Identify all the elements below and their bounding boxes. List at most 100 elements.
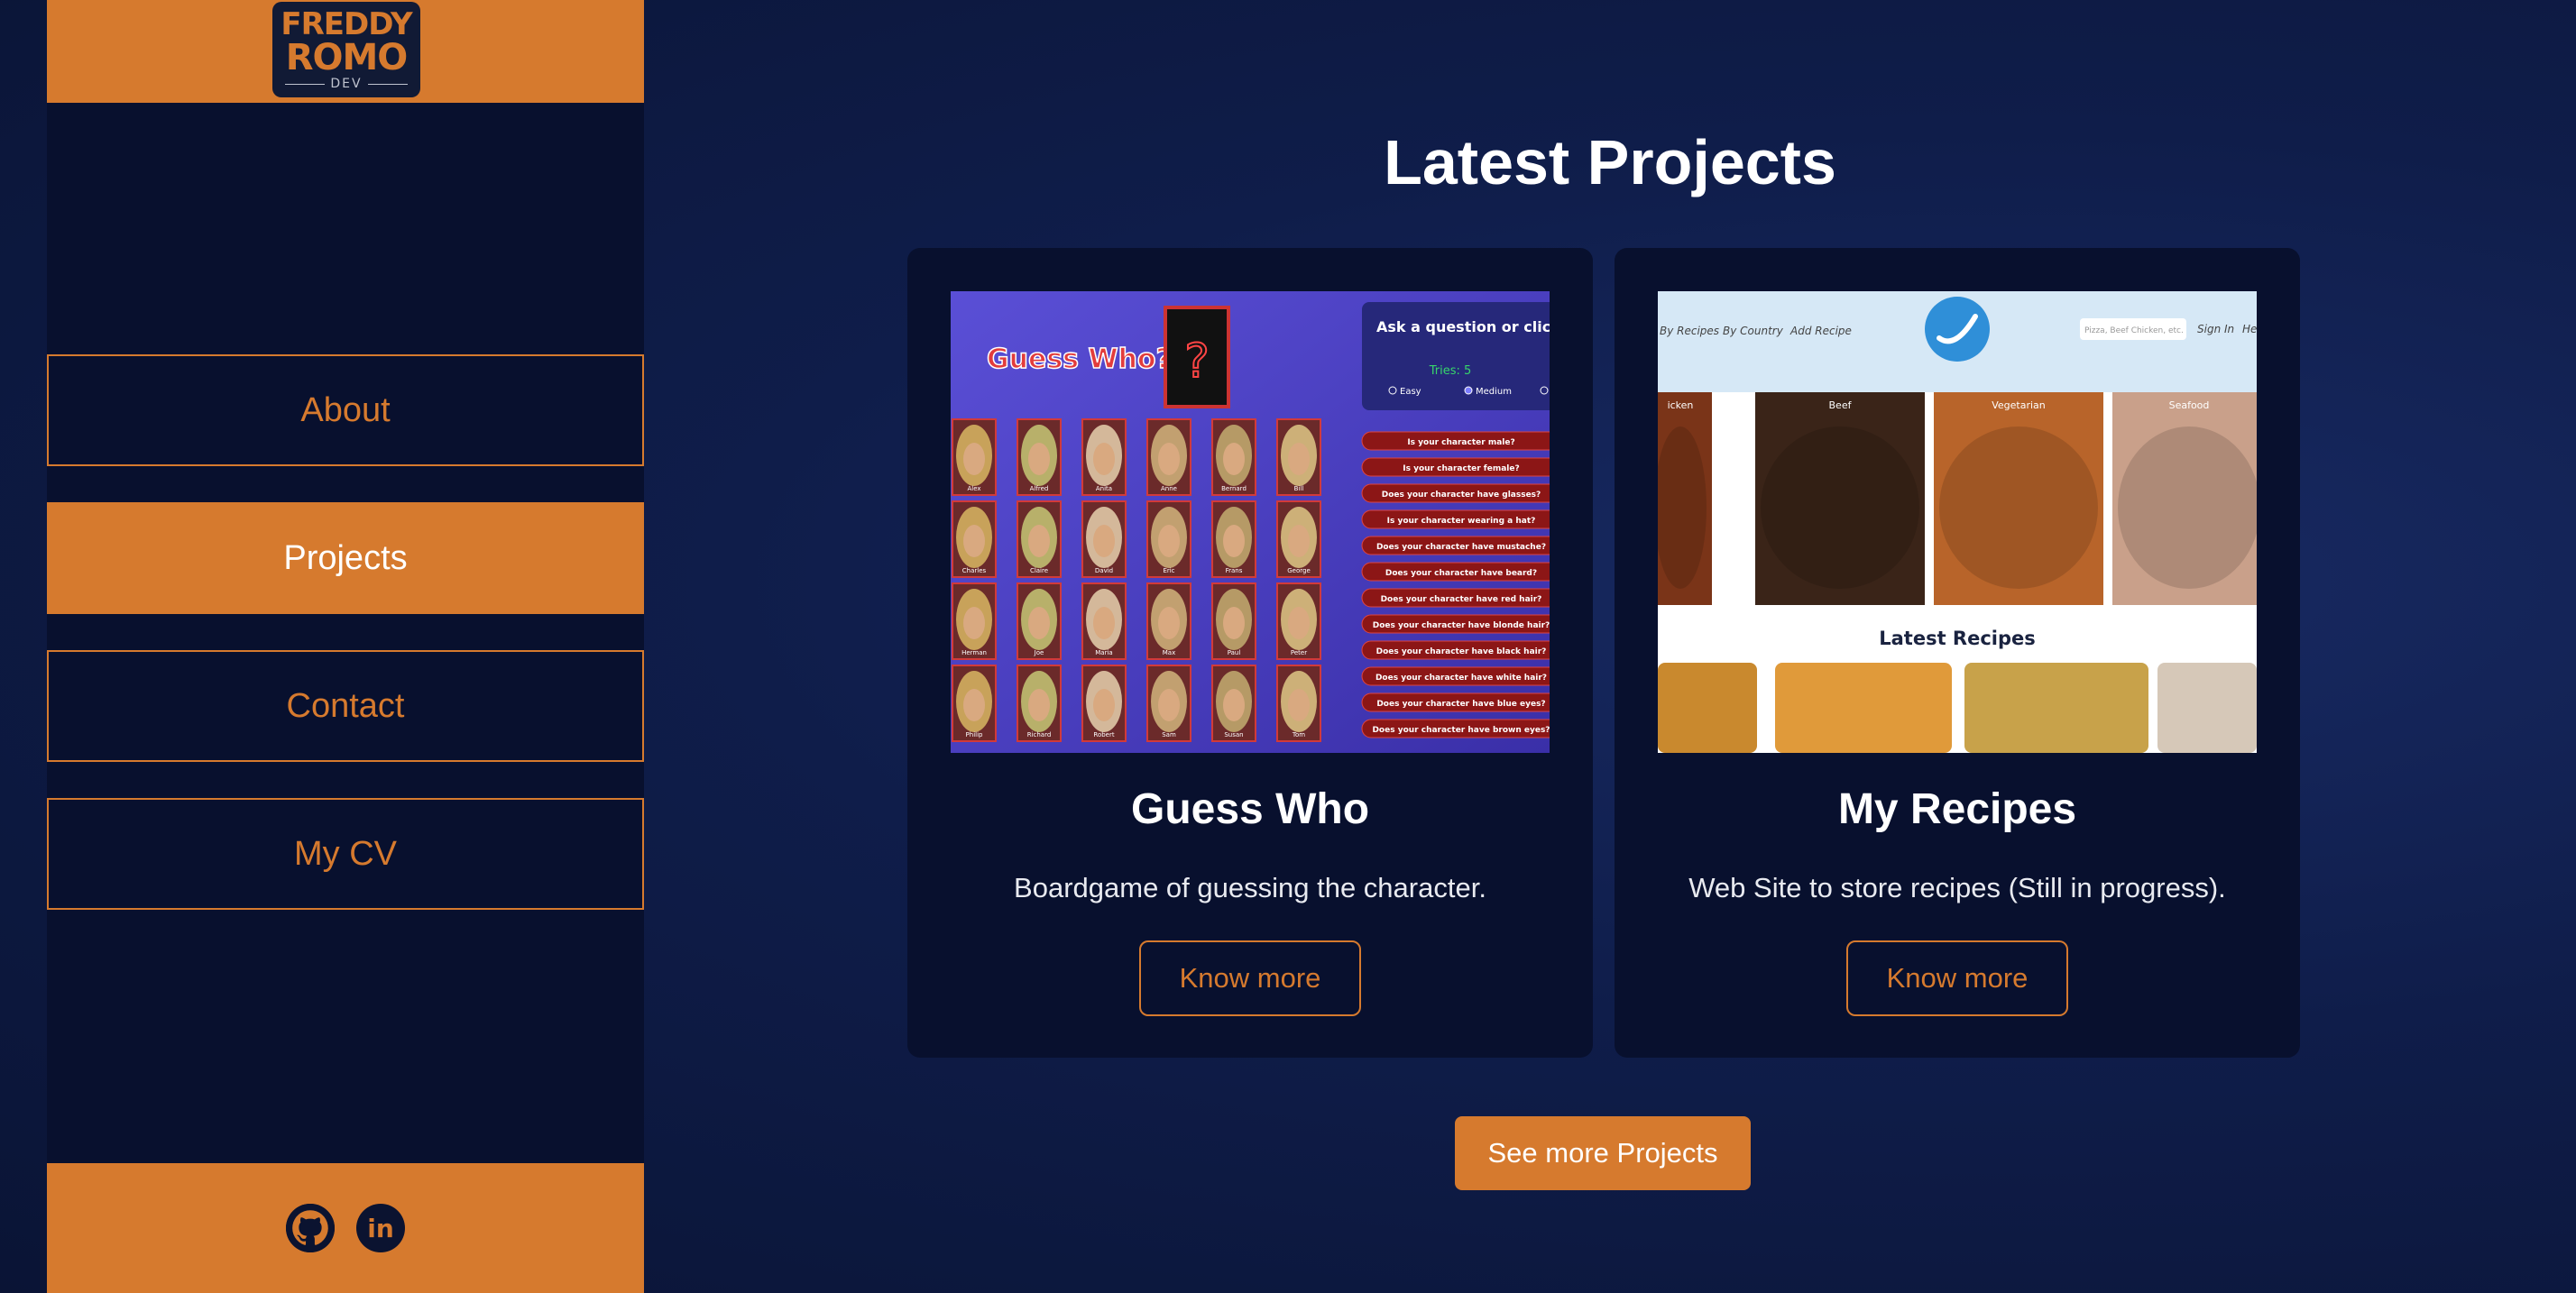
site-logo[interactable]: FREDDY ROMO DEV <box>272 2 420 97</box>
character-name: Max <box>1163 649 1175 656</box>
recipe-category-card[interactable]: Beef <box>1755 392 1925 605</box>
nav-item-about[interactable]: About <box>47 354 644 466</box>
project-card-guess-who: Guess Who? ? Ask a question or click car… <box>907 248 1593 1058</box>
recipes-section-title: Latest Recipes <box>1879 628 2036 649</box>
question-button[interactable]: Does your character have red hair? <box>1361 588 1550 608</box>
logo-bar: FREDDY ROMO DEV <box>47 0 644 103</box>
question-label: Does your character have blonde hair? <box>1373 621 1550 630</box>
question-button[interactable]: Does your character have glasses? <box>1361 483 1550 503</box>
character-name: Frans <box>1226 567 1243 574</box>
character-name: Anita <box>1096 485 1112 492</box>
character-card[interactable]: David <box>1081 500 1127 578</box>
character-card[interactable]: Claire <box>1017 500 1062 578</box>
recipe-category-label: icken <box>1668 399 1694 411</box>
difficulty-radio[interactable] <box>1464 386 1473 395</box>
character-name: Anne <box>1161 485 1177 492</box>
github-icon[interactable] <box>286 1204 335 1252</box>
difficulty-label: Medium <box>1476 387 1512 397</box>
character-card[interactable]: Tom <box>1276 665 1321 742</box>
recipe-category-label: Vegetarian <box>1992 399 2046 411</box>
character-card[interactable]: Sam <box>1146 665 1191 742</box>
character-card[interactable]: Susan <box>1211 665 1256 742</box>
guess-who-preview: Guess Who? ? Ask a question or click car… <box>951 291 1550 753</box>
character-card[interactable]: Philip <box>952 665 997 742</box>
recipe-category-card[interactable]: Vegetarian <box>1934 392 2103 605</box>
question-button[interactable]: Does your character have beard? <box>1361 562 1550 582</box>
my-recipes-preview: By Recipes By Country Add Recipe Pizza, … <box>1658 291 2257 753</box>
character-name: Alex <box>967 485 980 492</box>
guess-who-logo: Guess Who? <box>987 344 1172 375</box>
linkedin-glyph: in <box>367 1213 394 1243</box>
character-card[interactable]: Bill <box>1276 418 1321 496</box>
linkedin-icon[interactable]: in <box>356 1204 405 1252</box>
character-card[interactable]: Maria <box>1081 582 1127 660</box>
nav-item-contact[interactable]: Contact <box>47 650 644 762</box>
recipe-category-card[interactable]: icken <box>1658 392 1712 605</box>
question-button[interactable]: Does your character have mustache? <box>1361 536 1550 555</box>
character-name: Eric <box>1163 567 1174 574</box>
question-label: Is your character male? <box>1407 438 1514 447</box>
nav-item-my-cv[interactable]: My CV <box>47 798 644 910</box>
question-button[interactable]: Is your character wearing a hat? <box>1361 509 1550 529</box>
character-card[interactable]: Peter <box>1276 582 1321 660</box>
question-button[interactable]: Does your character have white hair? <box>1361 666 1550 686</box>
character-name: Peter <box>1291 649 1307 656</box>
page-title: Latest Projects <box>1384 127 1836 197</box>
latest-recipe-thumb[interactable] <box>1658 663 1757 753</box>
question-button[interactable]: Does your character have blue eyes? <box>1361 692 1550 712</box>
recipes-nav-by-country: By Country <box>1723 325 1784 337</box>
character-name: Bill <box>1294 485 1304 492</box>
character-card[interactable]: George <box>1276 500 1321 578</box>
see-more-projects-button[interactable]: See more Projects <box>1455 1116 1751 1190</box>
character-card[interactable]: Bernard <box>1211 418 1256 496</box>
logo-line-2: ROMO <box>285 37 409 78</box>
know-more-button[interactable]: Know more <box>1846 940 2068 1016</box>
logo-line-3: DEV <box>285 78 407 90</box>
project-card-my-recipes: By Recipes By Country Add Recipe Pizza, … <box>1615 248 2300 1058</box>
question-button[interactable]: Does your character have blonde hair? <box>1361 614 1550 634</box>
character-name: George <box>1287 567 1311 574</box>
difficulty-label: Easy <box>1400 387 1421 397</box>
latest-recipe-thumb[interactable] <box>1775 663 1952 753</box>
guess-who-prompt: Ask a question or click card <box>1376 318 1550 335</box>
question-label: Does your character have mustache? <box>1376 543 1546 552</box>
recipes-search-placeholder: Pizza, Beef Chicken, etc. <box>2084 326 2184 335</box>
recipe-category-card[interactable]: Seafood <box>2112 392 2257 605</box>
character-card[interactable]: Paul <box>1211 582 1256 660</box>
character-name: Paul <box>1228 649 1241 656</box>
character-card[interactable]: Alex <box>952 418 997 496</box>
project-title: My Recipes <box>1837 785 2077 833</box>
character-card[interactable]: Frans <box>1211 500 1256 578</box>
question-button[interactable]: Does your character have black hair? <box>1361 640 1550 660</box>
question-button[interactable]: Does your character have brown eyes? <box>1361 719 1550 738</box>
character-card[interactable]: Alfred <box>1017 418 1062 496</box>
project-thumbnail-my-recipes[interactable]: By Recipes By Country Add Recipe Pizza, … <box>1658 291 2257 753</box>
character-name: Claire <box>1030 567 1048 574</box>
recipe-category-label: Seafood <box>2169 399 2210 411</box>
nav-item-projects[interactable]: Projects <box>47 502 644 614</box>
svg-text:?: ? <box>1184 335 1210 389</box>
know-more-button[interactable]: Know more <box>1139 940 1361 1016</box>
question-button[interactable]: Is your character female? <box>1361 457 1550 477</box>
character-name: Joe <box>1034 649 1044 656</box>
character-name: Philip <box>966 731 983 738</box>
character-card[interactable]: Eric <box>1146 500 1191 578</box>
character-name: Herman <box>961 649 987 656</box>
latest-recipe-thumb[interactable] <box>1964 663 2148 753</box>
latest-recipe-thumb[interactable] <box>2157 663 2257 753</box>
project-title: Guess Who <box>1130 785 1370 833</box>
character-card[interactable]: Joe <box>1017 582 1062 660</box>
project-thumbnail-guess-who[interactable]: Guess Who? ? Ask a question or click car… <box>951 291 1550 753</box>
character-card[interactable]: Anita <box>1081 418 1127 496</box>
character-card[interactable]: Anne <box>1146 418 1191 496</box>
question-label: Does your character have beard? <box>1385 569 1537 578</box>
character-card[interactable]: Charles <box>952 500 997 578</box>
character-card[interactable]: Herman <box>952 582 997 660</box>
character-card[interactable]: Richard <box>1017 665 1062 742</box>
question-button[interactable]: Is your character male? <box>1361 431 1550 451</box>
character-card[interactable]: Max <box>1146 582 1191 660</box>
character-name: Bernard <box>1221 485 1247 492</box>
recipes-signin-link: Sign In <box>2197 323 2234 335</box>
question-label: Does your character have black hair? <box>1376 647 1547 656</box>
character-card[interactable]: Robert <box>1081 665 1127 742</box>
